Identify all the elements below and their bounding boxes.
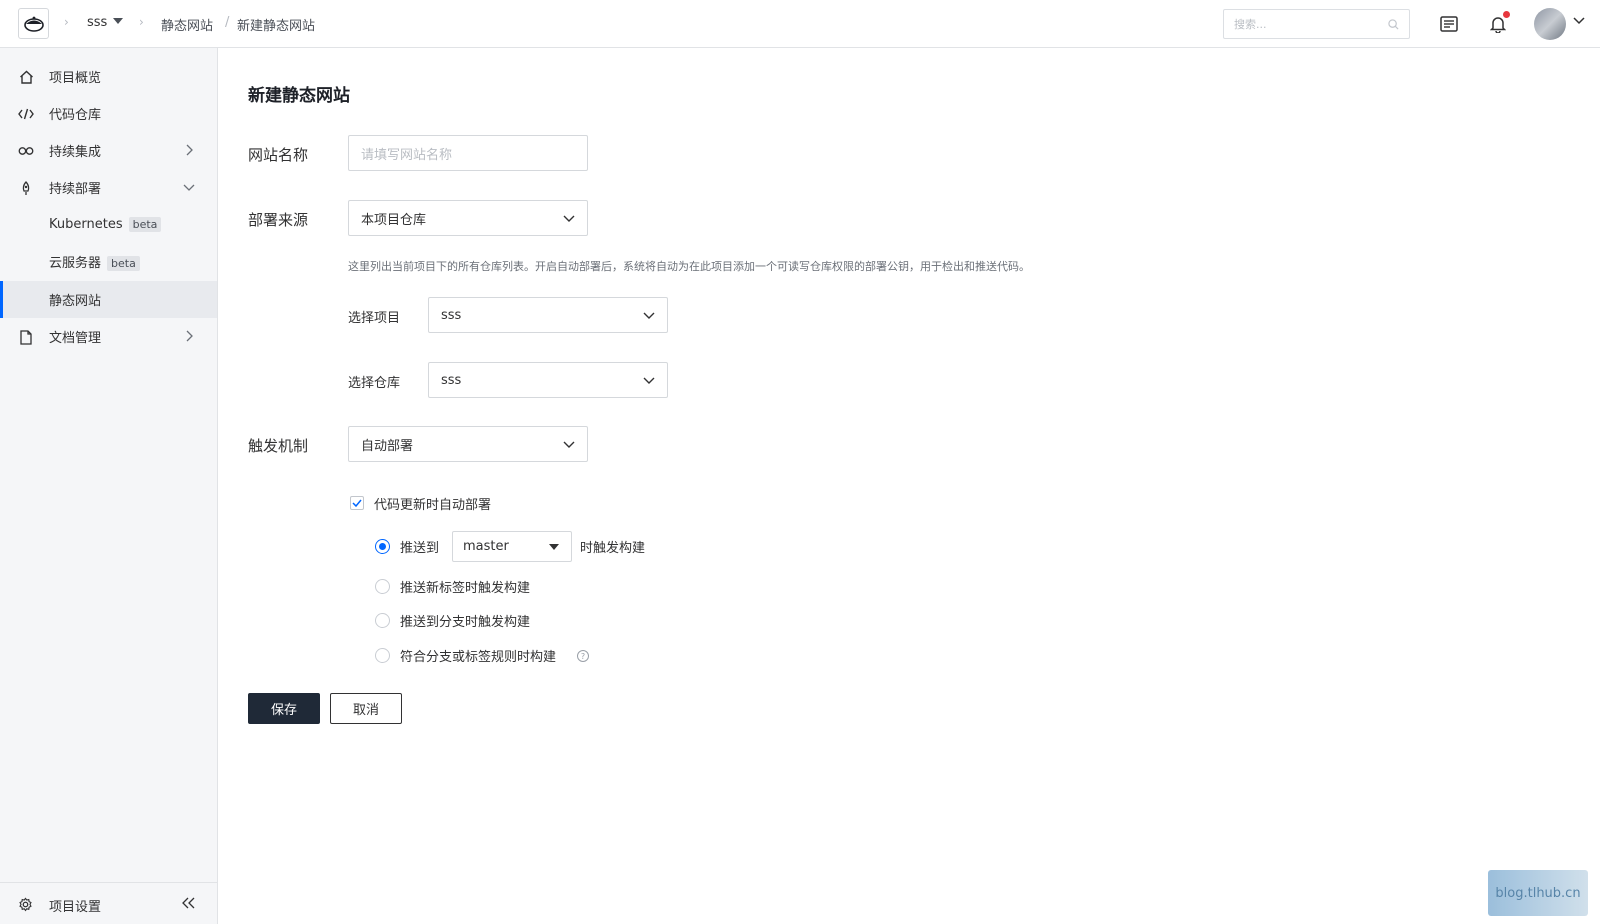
sidebar-item-ci[interactable]: 持续集成 (0, 132, 217, 169)
sidebar-item-code-repo[interactable]: 代码仓库 (0, 95, 217, 132)
sidebar-item-label: 持续部署 (49, 182, 102, 197)
push-to-label: 推送到 (400, 541, 440, 556)
sidebar-footer: 项目设置 (0, 882, 217, 924)
sidebar-item-label: 项目概览 (49, 71, 102, 86)
chevron-down-icon (563, 441, 575, 448)
sidebar-item-label: 云服务器 (49, 256, 102, 271)
search-icon (1388, 18, 1399, 30)
avatar[interactable] (1534, 8, 1566, 40)
chevron-right-icon (186, 330, 193, 342)
main-content: 新建静态网站 网站名称 请填写网站名称 部署来源 本项目仓库 这里列出当前项目下… (218, 48, 1600, 924)
cancel-button[interactable]: 取消 (330, 693, 402, 724)
watermark: blog.tlhub.cn (1488, 870, 1588, 916)
select-repo-value: sss (441, 372, 462, 388)
project-name: sss (87, 15, 108, 30)
auto-deploy-label: 代码更新时自动部署 (374, 498, 492, 513)
sidebar-item-label: 静态网站 (49, 294, 102, 309)
breadcrumb-static-site[interactable]: 静态网站 (161, 15, 213, 34)
project-switcher[interactable]: sss (87, 15, 124, 30)
infinity-icon (18, 143, 34, 159)
search-placeholder: 搜索... (1234, 18, 1267, 31)
push-to-suffix-label: 时触发构建 (580, 541, 646, 556)
auto-deploy-checkbox[interactable] (350, 496, 364, 510)
branch-value: master (463, 539, 509, 554)
logo-icon[interactable] (18, 8, 49, 39)
chevron-down-icon (183, 184, 195, 191)
site-name-label: 网站名称 (248, 146, 309, 164)
breadcrumb-separator-icon: › (64, 15, 69, 29)
match-rule-label: 符合分支或标签规则时构建 (400, 650, 557, 665)
chevron-right-icon (186, 144, 193, 156)
radio-push-branch[interactable] (375, 613, 390, 628)
deploy-source-value: 本项目仓库 (361, 212, 427, 228)
notes-icon[interactable] (1437, 12, 1461, 36)
radio-match-rule[interactable] (375, 648, 390, 663)
site-name-placeholder: 请填写网站名称 (361, 147, 453, 163)
document-icon (18, 329, 34, 345)
code-icon (18, 106, 34, 122)
sidebar-item-docs[interactable]: 文档管理 (0, 318, 217, 355)
sidebar-item-overview[interactable]: 项目概览 (0, 58, 217, 95)
gear-icon[interactable] (18, 897, 33, 912)
select-project-label: 选择项目 (348, 311, 401, 326)
rocket-icon (18, 180, 34, 196)
branch-select[interactable]: master (452, 531, 572, 562)
deploy-source-select[interactable]: 本项目仓库 (348, 200, 588, 236)
sidebar: 项目概览 代码仓库 持续集成 持续部署 Kubernetes beta 云服务器 b… (0, 48, 218, 924)
breadcrumb-slash: / (225, 15, 230, 30)
deploy-source-label: 部署来源 (248, 211, 309, 229)
help-icon[interactable]: ? (577, 650, 589, 662)
caret-down-icon (113, 18, 124, 24)
sidebar-item-label: 代码仓库 (49, 108, 102, 123)
select-project-value: sss (441, 307, 462, 323)
radio-push-to-branch[interactable] (375, 539, 390, 554)
select-repo-label: 选择仓库 (348, 376, 401, 391)
chevron-down-icon (563, 215, 575, 222)
beta-badge: beta (128, 217, 162, 232)
breadcrumb-separator-icon: › (139, 15, 144, 29)
save-button[interactable]: 保存 (248, 693, 320, 724)
sidebar-item-label: Kubernetes (49, 217, 123, 232)
sidebar-item-label: 持续集成 (49, 145, 102, 160)
beta-badge: beta (107, 256, 140, 271)
chevron-down-icon[interactable] (1573, 17, 1585, 25)
check-icon (352, 499, 362, 507)
top-bar: › sss › 静态网站 / 新建静态网站 搜索... (0, 0, 1600, 48)
select-repo-select[interactable]: sss (428, 362, 668, 398)
site-name-input[interactable]: 请填写网站名称 (348, 135, 588, 171)
trigger-value: 自动部署 (361, 438, 414, 454)
caret-down-icon (549, 544, 559, 550)
project-settings-link[interactable]: 项目设置 (49, 896, 101, 915)
sidebar-item-static-site[interactable]: 静态网站 (0, 281, 217, 318)
sidebar-item-cd[interactable]: 持续部署 (0, 169, 217, 206)
page-title: 新建静态网站 (248, 86, 350, 106)
chevron-down-icon (643, 312, 655, 319)
sidebar-item-cloud-server[interactable]: 云服务器 beta (0, 243, 217, 280)
home-icon (18, 69, 34, 85)
push-tag-label: 推送新标签时触发构建 (400, 581, 531, 596)
deploy-source-hint: 这里列出当前项目下的所有仓库列表。开启自动部署后，系统将自动为在此项目添加一个可… (348, 260, 1030, 273)
sidebar-item-kubernetes[interactable]: Kubernetes beta (0, 206, 217, 243)
sidebar-item-label: 文档管理 (49, 331, 102, 346)
breadcrumb-current: 新建静态网站 (237, 19, 316, 34)
trigger-select[interactable]: 自动部署 (348, 426, 588, 462)
push-branch-label: 推送到分支时触发构建 (400, 615, 531, 630)
select-project-select[interactable]: sss (428, 297, 668, 333)
bell-icon[interactable] (1486, 11, 1510, 36)
collapse-sidebar-icon[interactable] (182, 897, 195, 909)
notification-dot (1503, 11, 1510, 18)
chevron-down-icon (643, 377, 655, 384)
radio-push-tag[interactable] (375, 579, 390, 594)
search-input[interactable]: 搜索... (1223, 9, 1410, 39)
trigger-label: 触发机制 (248, 437, 309, 455)
